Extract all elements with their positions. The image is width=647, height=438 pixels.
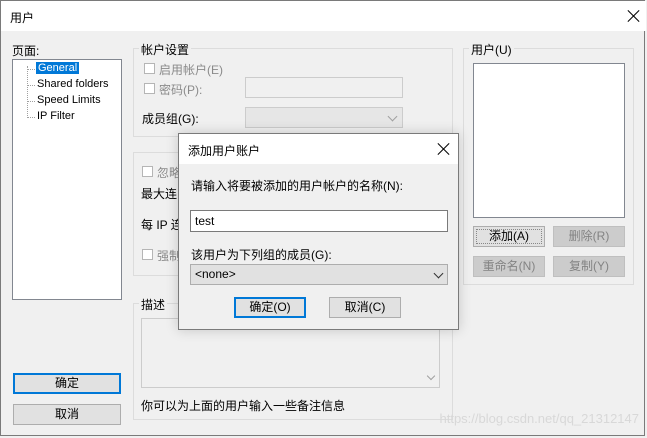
dialog-cancel-button[interactable]: 取消(C) <box>329 297 401 318</box>
tree-item-general[interactable]: General <box>34 61 81 75</box>
copy-user-button[interactable]: 复制(Y) <box>553 256 625 277</box>
password-checkbox[interactable] <box>144 83 155 94</box>
users-list[interactable] <box>473 63 625 218</box>
users-label: 用户(U) <box>469 41 514 58</box>
window-titlebar: 用户 <box>1 1 646 31</box>
enable-account-label: 启用帐户(E) <box>159 63 223 77</box>
tree-connector <box>27 69 35 70</box>
description-title: 描述 <box>139 296 168 313</box>
tree-connector <box>27 117 35 118</box>
dialog-close-icon[interactable] <box>437 142 451 156</box>
username-input[interactable]: test <box>190 210 448 232</box>
tree-item-speed-limits[interactable]: Speed Limits <box>37 94 101 106</box>
password-label: 密码(P): <box>159 83 203 97</box>
close-icon[interactable] <box>627 9 641 23</box>
group-label: 该用户为下列组的成员(G): <box>191 248 332 262</box>
window-title: 用户 <box>10 11 35 25</box>
tree-item-ip-filter[interactable]: IP Filter <box>37 110 75 122</box>
username-prompt: 请输入将要被添加的用户帐户的名称(N): <box>191 179 403 193</box>
group-select[interactable]: <none> <box>190 264 448 285</box>
dialog-titlebar: 添加用户账户 <box>179 134 458 164</box>
dialog-ok-button[interactable]: 确定(O) <box>234 297 306 318</box>
dialog-title: 添加用户账户 <box>188 144 261 158</box>
rename-user-button[interactable]: 重命名(N) <box>473 256 545 277</box>
scroll-down-icon <box>426 371 436 381</box>
per-ip-label: 每 IP 连 <box>141 218 183 232</box>
delete-user-button[interactable]: 删除(R) <box>553 226 625 247</box>
chevron-down-icon <box>433 268 444 279</box>
group-select-value: <none> <box>195 267 236 281</box>
cancel-button[interactable]: 取消 <box>13 404 121 425</box>
member-group-label: 成员组(G): <box>142 112 199 126</box>
pages-label: 页面: <box>12 44 40 58</box>
max-connections-label: 最大连 <box>141 187 178 201</box>
password-field[interactable] <box>245 77 403 98</box>
tree-connector <box>27 85 35 86</box>
chevron-down-icon <box>387 111 398 122</box>
watermark-text: https://blog.csdn.net/qq_21312147 <box>439 411 640 426</box>
description-hint: 你可以为上面的用户输入一些备注信息 <box>141 399 346 413</box>
pages-tree[interactable]: General Shared folders Speed Limits IP F… <box>12 59 122 300</box>
force-checkbox[interactable] <box>142 249 153 260</box>
ok-button[interactable]: 确定 <box>13 373 121 394</box>
add-user-dialog: 添加用户账户 请输入将要被添加的用户帐户的名称(N): test 该用户为下列组… <box>178 133 459 330</box>
ignore-checkbox[interactable] <box>142 166 153 177</box>
tree-item-shared-folders[interactable]: Shared folders <box>37 78 109 90</box>
add-user-button[interactable]: 添加(A) <box>473 226 545 247</box>
enable-account-checkbox[interactable] <box>144 63 155 74</box>
tree-connector <box>27 66 28 116</box>
member-group-select[interactable] <box>245 107 403 128</box>
tree-connector <box>27 101 35 102</box>
account-settings-title: 帐户设置 <box>139 41 192 58</box>
